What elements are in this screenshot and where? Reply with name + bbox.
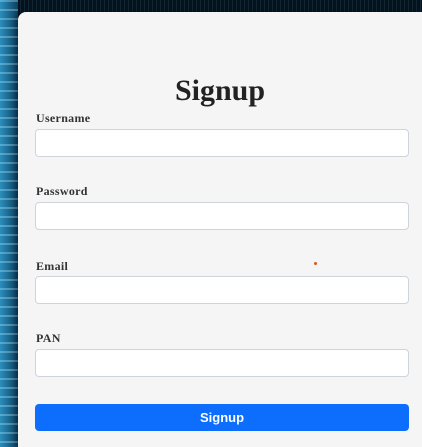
password-label: Password xyxy=(36,184,88,198)
username-label: Username xyxy=(36,111,91,125)
email-label: Email xyxy=(36,259,69,273)
email-input[interactable] xyxy=(35,276,409,304)
signup-card: Signup Username Password Email PAN Signu… xyxy=(18,12,422,447)
pan-label: PAN xyxy=(36,331,61,345)
username-input[interactable] xyxy=(35,129,409,157)
password-input[interactable] xyxy=(35,202,409,230)
decorative-dot xyxy=(314,262,317,265)
form-title: Signup xyxy=(174,74,266,107)
pan-input[interactable] xyxy=(35,349,409,377)
signup-button[interactable]: Signup xyxy=(35,404,409,431)
